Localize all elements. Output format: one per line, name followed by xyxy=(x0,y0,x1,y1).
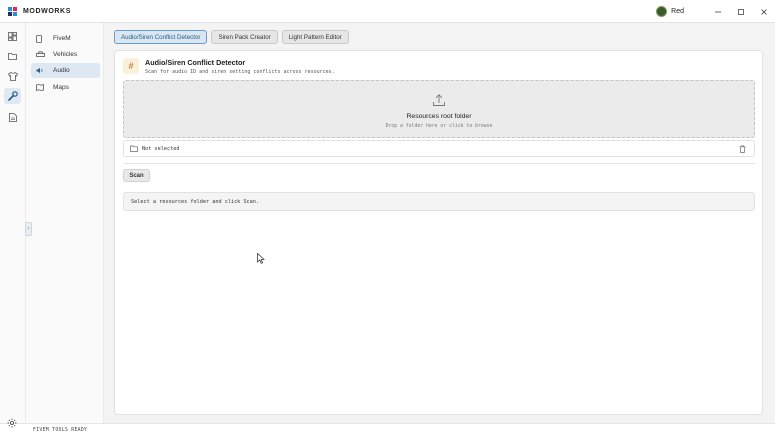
app-logo-icon xyxy=(8,6,17,16)
user-avatar[interactable] xyxy=(656,6,668,17)
folder-dropzone[interactable]: Resources root folder Drop a folder here… xyxy=(123,80,755,138)
gear-icon[interactable] xyxy=(7,418,17,428)
sidebar: FiveM Vehicles Audio Maps xyxy=(26,23,104,423)
tab-siren-pack-creator[interactable]: Siren Pack Creator xyxy=(211,30,278,44)
sidebar-item-vehicles[interactable]: Vehicles xyxy=(31,47,100,62)
folder-icon xyxy=(130,145,138,152)
map-icon xyxy=(36,84,44,91)
dropzone-title: Resources root folder xyxy=(406,113,472,120)
selected-folder-value: Not selected xyxy=(142,145,180,152)
icon-rail xyxy=(0,23,26,436)
sidebar-item-label: Maps xyxy=(53,84,69,91)
maximize-icon xyxy=(737,8,744,15)
title-bar: MODWORKS Red xyxy=(0,0,775,23)
folder-icon xyxy=(8,53,17,60)
wrench-icon xyxy=(7,91,18,101)
close-button[interactable] xyxy=(752,0,775,23)
phone-icon xyxy=(36,34,42,43)
sidebar-collapse-handle[interactable]: › xyxy=(25,222,32,236)
sidebar-item-label: Audio xyxy=(53,67,70,74)
rail-documents-button[interactable] xyxy=(4,109,21,125)
app-name: MODWORKS xyxy=(23,7,71,15)
rail-clothing-button[interactable] xyxy=(4,68,21,84)
hash-icon: # xyxy=(123,58,139,74)
tool-tabs: Audio/Siren Conflict Detector Siren Pack… xyxy=(114,30,353,44)
rail-tools-button[interactable] xyxy=(4,88,21,104)
main-content: Audio/Siren Conflict Detector Siren Pack… xyxy=(104,23,775,423)
divider xyxy=(123,163,755,164)
sidebar-item-maps[interactable]: Maps xyxy=(31,80,100,95)
tool-subtitle: Scan for audio ID and siren setting conf… xyxy=(145,69,335,75)
rail-dashboard-button[interactable] xyxy=(4,28,21,44)
selected-folder-row: Not selected xyxy=(123,140,755,157)
sidebar-item-label: FiveM xyxy=(53,35,71,42)
minimize-icon xyxy=(714,11,721,12)
dashboard-icon xyxy=(8,31,17,41)
tool-title: Audio/Siren Conflict Detector xyxy=(145,58,246,67)
minimize-button[interactable] xyxy=(706,0,729,23)
tab-audio-siren-conflict-detector[interactable]: Audio/Siren Conflict Detector xyxy=(114,30,208,44)
sidebar-item-audio[interactable]: Audio xyxy=(31,63,100,78)
maximize-button[interactable] xyxy=(729,0,752,23)
tool-panel: # Audio/Siren Conflict Detector Scan for… xyxy=(114,50,763,415)
footer-status-text: FIVEM TOOLS READY xyxy=(33,428,88,433)
car-icon xyxy=(36,51,45,57)
sidebar-item-fivem[interactable]: FiveM xyxy=(31,31,100,46)
status-message-box: Select a resources folder and click Scan… xyxy=(123,192,755,211)
close-icon xyxy=(760,8,767,15)
status-bar: FIVEM TOOLS READY xyxy=(0,418,775,436)
dropzone-hint: Drop a folder here or click to browse xyxy=(385,124,493,129)
sidebar-item-label: Vehicles xyxy=(53,51,78,58)
tab-light-pattern-editor[interactable]: Light Pattern Editor xyxy=(281,30,349,44)
speaker-icon xyxy=(36,67,43,74)
scan-button[interactable]: Scan xyxy=(123,169,150,182)
upload-icon xyxy=(433,94,445,106)
rail-folder-button[interactable] xyxy=(4,48,21,64)
mouse-cursor-icon xyxy=(257,253,265,264)
chevron-right-icon: › xyxy=(27,226,30,232)
shirt-icon xyxy=(7,71,18,81)
user-name[interactable]: Red xyxy=(671,8,684,15)
trash-icon[interactable] xyxy=(739,145,746,153)
document-icon xyxy=(8,112,17,122)
